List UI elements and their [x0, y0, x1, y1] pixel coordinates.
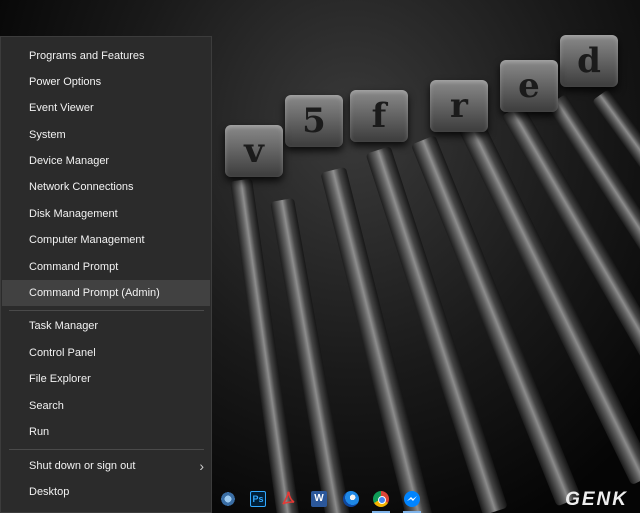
- acrobat-icon[interactable]: [280, 491, 296, 507]
- type-slug: 5: [285, 95, 343, 147]
- chrome-icon[interactable]: [373, 491, 389, 507]
- globe-icon[interactable]: [343, 491, 359, 507]
- menu-item-command-prompt-admin[interactable]: Command Prompt (Admin): [2, 280, 210, 306]
- menu-separator: [9, 449, 204, 450]
- photoshop-icon[interactable]: Ps: [250, 491, 266, 507]
- menu-item-search[interactable]: Search: [2, 393, 210, 419]
- menu-item-shut-down-or-sign-out[interactable]: Shut down or sign out ›: [2, 453, 210, 479]
- menu-item-computer-management[interactable]: Computer Management: [2, 227, 210, 253]
- messenger-bolt-icon: [407, 496, 417, 501]
- network-app-icon[interactable]: [220, 491, 236, 507]
- menu-item-desktop[interactable]: Desktop: [2, 479, 210, 505]
- chrome-center: [378, 496, 386, 504]
- menu-item-network-connections[interactable]: Network Connections: [2, 174, 210, 200]
- menu-item-power-options[interactable]: Power Options: [2, 69, 210, 95]
- menu-item-system[interactable]: System: [2, 122, 210, 148]
- type-slug: r: [430, 80, 488, 132]
- menu-item-programs-and-features[interactable]: Programs and Features: [2, 43, 210, 69]
- messenger-icon[interactable]: [404, 491, 420, 507]
- word-icon[interactable]: W: [311, 491, 327, 507]
- menu-item-control-panel[interactable]: Control Panel: [2, 340, 210, 366]
- menu-item-run[interactable]: Run: [2, 419, 210, 445]
- menu-item-task-manager[interactable]: Task Manager: [2, 313, 210, 339]
- menu-item-label: Shut down or sign out: [29, 460, 136, 472]
- type-slug: f: [350, 90, 408, 142]
- menu-separator: [9, 310, 204, 311]
- type-slug: v: [225, 125, 283, 177]
- type-slug: d: [560, 35, 618, 87]
- chevron-right-icon: ›: [199, 458, 204, 474]
- genk-watermark: GENK: [565, 489, 628, 510]
- type-slug: e: [500, 60, 558, 112]
- menu-item-command-prompt[interactable]: Command Prompt: [2, 254, 210, 280]
- menu-item-event-viewer[interactable]: Event Viewer: [2, 95, 210, 121]
- menu-item-device-manager[interactable]: Device Manager: [2, 148, 210, 174]
- taskbar: Ps W GENK: [212, 487, 640, 513]
- power-user-menu: Programs and Features Power Options Even…: [0, 36, 212, 513]
- menu-item-disk-management[interactable]: Disk Management: [2, 201, 210, 227]
- menu-item-file-explorer[interactable]: File Explorer: [2, 366, 210, 392]
